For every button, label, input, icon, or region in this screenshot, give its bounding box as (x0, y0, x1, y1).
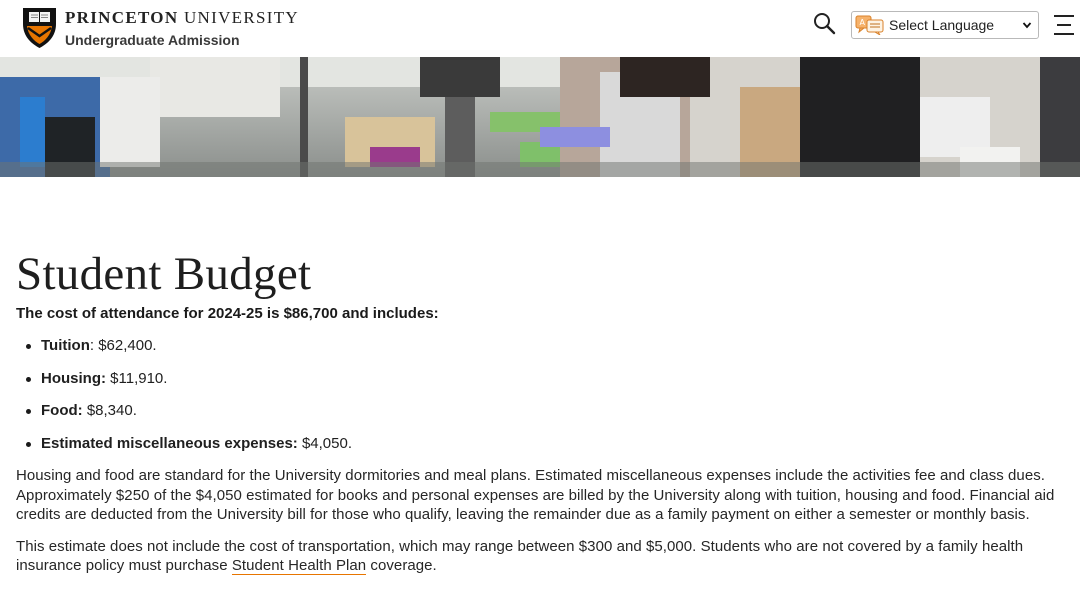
hamburger-menu-button[interactable] (1054, 13, 1076, 37)
cost-of-attendance-intro: The cost of attendance for 2024-25 is $8… (16, 305, 439, 322)
translate-icon: A (855, 15, 884, 35)
brand-text: PRINCETON UNIVERSITY Undergraduate Admis… (65, 8, 299, 49)
search-button[interactable] (812, 11, 838, 37)
budget-explanation: Housing and food are standard for the Un… (16, 467, 1055, 524)
search-icon (814, 13, 836, 35)
chevron-down-icon (1022, 22, 1032, 29)
page-title: Student Budget (16, 248, 312, 300)
main-content: Student Budget The cost of attendance fo… (16, 248, 1066, 576)
cost-item-housing: Housing: $11,910. (16, 369, 1066, 402)
hamburger-menu-icon (1054, 15, 1074, 17)
office-name: Undergraduate Admission (65, 32, 240, 48)
princeton-logo-link[interactable]: PRINCETON UNIVERSITY Undergraduate Admis… (22, 6, 299, 49)
cost-list: Tuition: $62,400. Housing: $11,910. Food… (16, 336, 1066, 466)
svg-text:A: A (860, 18, 866, 27)
princeton-shield-icon (23, 8, 56, 48)
hero-image (0, 57, 1080, 177)
site-header: PRINCETON UNIVERSITY Undergraduate Admis… (0, 0, 1080, 56)
cost-item-misc: Estimated miscellaneous expenses: $4,050… (16, 434, 1066, 467)
transportation-note: This estimate does not include the cost … (16, 537, 1024, 576)
student-health-plan-link[interactable]: Student Health Plan (231, 557, 367, 576)
university-wordmark: PRINCETON UNIVERSITY (65, 8, 299, 27)
hero-banner-lab-photo (0, 57, 1080, 177)
language-select[interactable]: A Select Language (851, 11, 1039, 39)
cost-item-food: Food: $8,340. (16, 401, 1066, 434)
language-select-value: Select Language (889, 17, 995, 33)
cost-item-tuition: Tuition: $62,400. (16, 336, 1066, 369)
